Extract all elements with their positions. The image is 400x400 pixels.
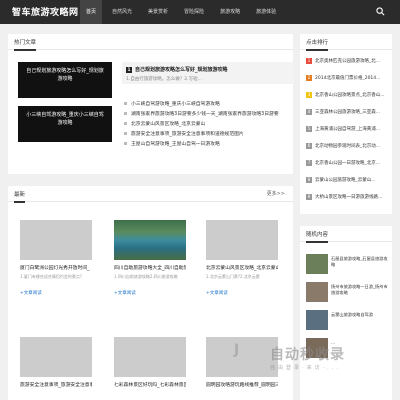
list-item[interactable]: 王屋山自驾游攻略_王屋山自驾一日游攻略 [124, 140, 294, 150]
list-item[interactable]: 小三峡自驾游攻略_重庆小三峡自驾游攻略 [124, 100, 294, 110]
rank-item[interactable]: 4 三亚森林公园旅游攻略_三亚森... [306, 109, 380, 115]
rank-item-label[interactable]: 上海黄浦公园自驾游_上海黄浦... [315, 127, 380, 132]
bullet-icon [124, 132, 127, 135]
hot-article-image-1[interactable]: 自己规划旅游攻略怎么写好_规划旅游攻略 [18, 62, 112, 98]
random-item-title[interactable]: 云蒙山旅游攻略自驾游 [331, 312, 389, 318]
rank-item[interactable]: 9 大桥山景区攻略一日游旅游线路... [306, 194, 382, 200]
latest-title: 最新 [14, 190, 26, 203]
rank-number-badge: 5 [306, 126, 312, 132]
bullet-icon [124, 122, 127, 125]
article-card[interactable]: 七彩森林景区好玩吗_七彩森林景区 [114, 337, 186, 388]
article-thumbnail[interactable] [114, 220, 186, 260]
rank-item-label[interactable]: 北京香山公园一日游攻略_北京... [315, 161, 380, 166]
rank-item[interactable]: 3 北京香山公园攻略景点_北京香山... [306, 92, 385, 98]
hot-article-image-2[interactable]: 小三峡自驾游攻略_重庆小三峡自驾游攻略 [18, 106, 112, 142]
rank-item-label[interactable]: 北京奥林匹克公园旅游攻略_北... [315, 59, 380, 64]
nav-item-home[interactable]: 首页 [80, 0, 103, 24]
rank-item-label[interactable]: 北京动物园参观时间表_北京动... [315, 144, 380, 149]
random-title: 随机内容 [306, 230, 329, 243]
bullet-icon [124, 142, 127, 145]
list-item[interactable]: 北京云蒙山风景区攻略_北京云蒙山 [124, 120, 294, 130]
rank-item-label[interactable]: 三亚森林公园旅游攻略_三亚森... [315, 110, 380, 115]
article-card[interactable]: 厦门白鹭洲公园灯光秀开放时间_ 1.厦门有哪些适合情侣约会的景点? +文章阅读 [20, 220, 92, 296]
hot-featured-title[interactable]: 1 自己规划旅游攻略怎么写好_规划旅游攻略 [126, 66, 228, 73]
article-thumbnail[interactable] [20, 337, 92, 377]
read-more-link[interactable]: +文章阅读 [206, 290, 278, 296]
article-title[interactable]: 北京云蒙山风景区攻略_北京云蒙山 [206, 264, 278, 271]
hot-article-list: 小三峡自驾游攻略_重庆小三峡自驾游攻略 湖南张家界旅游攻略3日游要多少钱一天_湖… [124, 100, 294, 150]
rank-number-badge: 7 [306, 160, 312, 166]
rank-number-badge: 2 [306, 75, 312, 81]
rank-item[interactable]: 1 北京奥林匹克公园旅游攻略_北... [306, 58, 380, 64]
article-desc: 1.北京云蒙山门票?2.北京云蒙 [206, 274, 260, 279]
rank-header: 点击排行 [300, 34, 392, 51]
rank-title: 点击排行 [306, 38, 329, 51]
read-more-link[interactable]: +文章阅读 [20, 290, 92, 296]
list-item[interactable]: 旅游安全注意事项_旅游安全注意事项和道德规范图片 [124, 130, 294, 140]
hot-featured-desc: 1.自由行旅游攻略。怎么做？2.写短... [126, 77, 202, 82]
article-card[interactable]: 北京云蒙山风景区攻略_北京云蒙山 1.北京云蒙山门票?2.北京云蒙 +文章阅读 [206, 220, 278, 296]
rank-item-label[interactable]: 大桥山景区攻略一日游旅游线路... [315, 195, 382, 200]
article-thumbnail[interactable] [20, 220, 92, 260]
nav-item-scenery[interactable]: 美景赏析 [142, 0, 174, 24]
rank-item[interactable]: 7 北京香山公园一日游攻略_北京... [306, 160, 380, 166]
hot-articles-panel: 热门文章 自己规划旅游攻略怎么写好_规划旅游攻略 小三峡自驾游攻略_重庆小三峡自… [8, 34, 294, 174]
bullet-icon [124, 112, 127, 115]
hot-featured-article[interactable]: 1 自己规划旅游攻略怎么写好_规划旅游攻略 1.自由行旅游攻略。怎么做？2.写短.… [122, 62, 294, 84]
nav-item-experience[interactable]: 旅游体验 [250, 0, 282, 24]
top-navigation-bar: 智车旅游攻略网 首页 自然风光 美景赏析 冒险探险 旅游攻略 旅游体验 [0, 0, 400, 24]
article-thumbnail[interactable] [206, 220, 278, 260]
main-nav: 首页 自然风光 美景赏析 冒险探险 旅游攻略 旅游体验 [80, 0, 286, 24]
rank-item[interactable]: 5 上海黄浦公园自驾游_上海黄浦... [306, 126, 380, 132]
random-thumbnail[interactable] [306, 282, 328, 302]
rank-number-badge: 8 [306, 177, 312, 183]
search-icon[interactable] [376, 7, 385, 16]
read-more-link[interactable]: +文章阅读 [114, 290, 186, 296]
random-thumbnail[interactable] [306, 310, 328, 330]
rank-item[interactable]: 8 云蒙山公园旅游攻略_云蒙山... [306, 177, 376, 183]
rank-item[interactable]: 6 北京动物园参观时间表_北京动... [306, 143, 380, 149]
article-desc: 1.四川自助旅游攻略2.四川旅游攻略 [114, 274, 178, 279]
rank-number-badge: 3 [306, 92, 312, 98]
rank-item-label[interactable]: 北京香山公园攻略景点_北京香山... [315, 93, 385, 98]
article-card[interactable]: 四川自助旅游攻略大全_四川自助旅 1.四川自助旅游攻略2.四川旅游攻略 +文章阅… [114, 220, 186, 296]
article-desc: 1.厦门有哪些适合情侣约会的景点? [20, 274, 82, 279]
nav-item-nature[interactable]: 自然风光 [106, 0, 138, 24]
random-header: 随机内容 [300, 226, 392, 243]
list-item[interactable]: 湖南张家界旅游攻略3日游要多少钱一天_湖南张家界旅游攻略3日游要 [124, 110, 294, 120]
random-thumbnail[interactable] [306, 254, 328, 274]
article-title[interactable]: 厦门白鹭洲公园灯光秀开放时间_ [20, 264, 92, 271]
rank-number-badge: 4 [306, 109, 312, 115]
watermark: J 自动秒收录 自由登录·来访·... [230, 340, 400, 390]
site-logo[interactable]: 智车旅游攻略网 [12, 5, 79, 18]
watermark-text: 自动秒收录 [270, 347, 345, 363]
more-link[interactable]: 更多>> [267, 190, 285, 197]
hot-articles-header: 热门文章 [8, 34, 293, 51]
rank-number-badge: 9 [306, 194, 312, 200]
rank-number-badge: 6 [306, 143, 312, 149]
random-item-title[interactable]: 扬州市旅游攻略一日游_扬州市旅游攻略 [331, 284, 389, 296]
article-card[interactable]: 旅游安全注意事项_旅游安全注意事 [20, 337, 92, 388]
bullet-icon [124, 102, 127, 105]
watermark-subtext: 自由登录·来访·... [270, 365, 341, 371]
article-title[interactable]: 旅游安全注意事项_旅游安全注意事 [20, 381, 92, 388]
nav-item-guides[interactable]: 旅游攻略 [214, 0, 246, 24]
latest-header: 最新 更多>> [8, 186, 293, 203]
random-item-title[interactable]: 石屋县旅游攻略_石屋县旅游攻略 [331, 256, 389, 268]
article-title[interactable]: 四川自助旅游攻略大全_四川自助旅 [114, 264, 186, 271]
rank-item-label[interactable]: 2014北京最值门票价格_2014... [315, 76, 380, 81]
watermark-logo: J [234, 342, 240, 358]
rank-item[interactable]: 2 2014北京最值门票价格_2014... [306, 75, 380, 81]
article-title[interactable]: 七彩森林景区好玩吗_七彩森林景区 [114, 381, 186, 388]
article-thumbnail[interactable] [114, 337, 186, 377]
hot-articles-title: 热门文章 [14, 38, 37, 51]
click-rank-panel: 点击排行 1 北京奥林匹克公园旅游攻略_北... 2 2014北京最值门票价格_201… [300, 34, 392, 214]
nav-item-adventure[interactable]: 冒险探险 [178, 0, 210, 24]
random-item[interactable]: 石屋县旅游攻略_石屋县旅游攻略 [306, 254, 388, 276]
random-item[interactable]: 扬州市旅游攻略一日游_扬州市旅游攻略 [306, 282, 388, 304]
random-item[interactable]: 云蒙山旅游攻略自驾游 [306, 310, 388, 332]
rank-number-badge: 1 [306, 58, 312, 64]
rank-item-label[interactable]: 云蒙山公园旅游攻略_云蒙山... [315, 178, 376, 183]
